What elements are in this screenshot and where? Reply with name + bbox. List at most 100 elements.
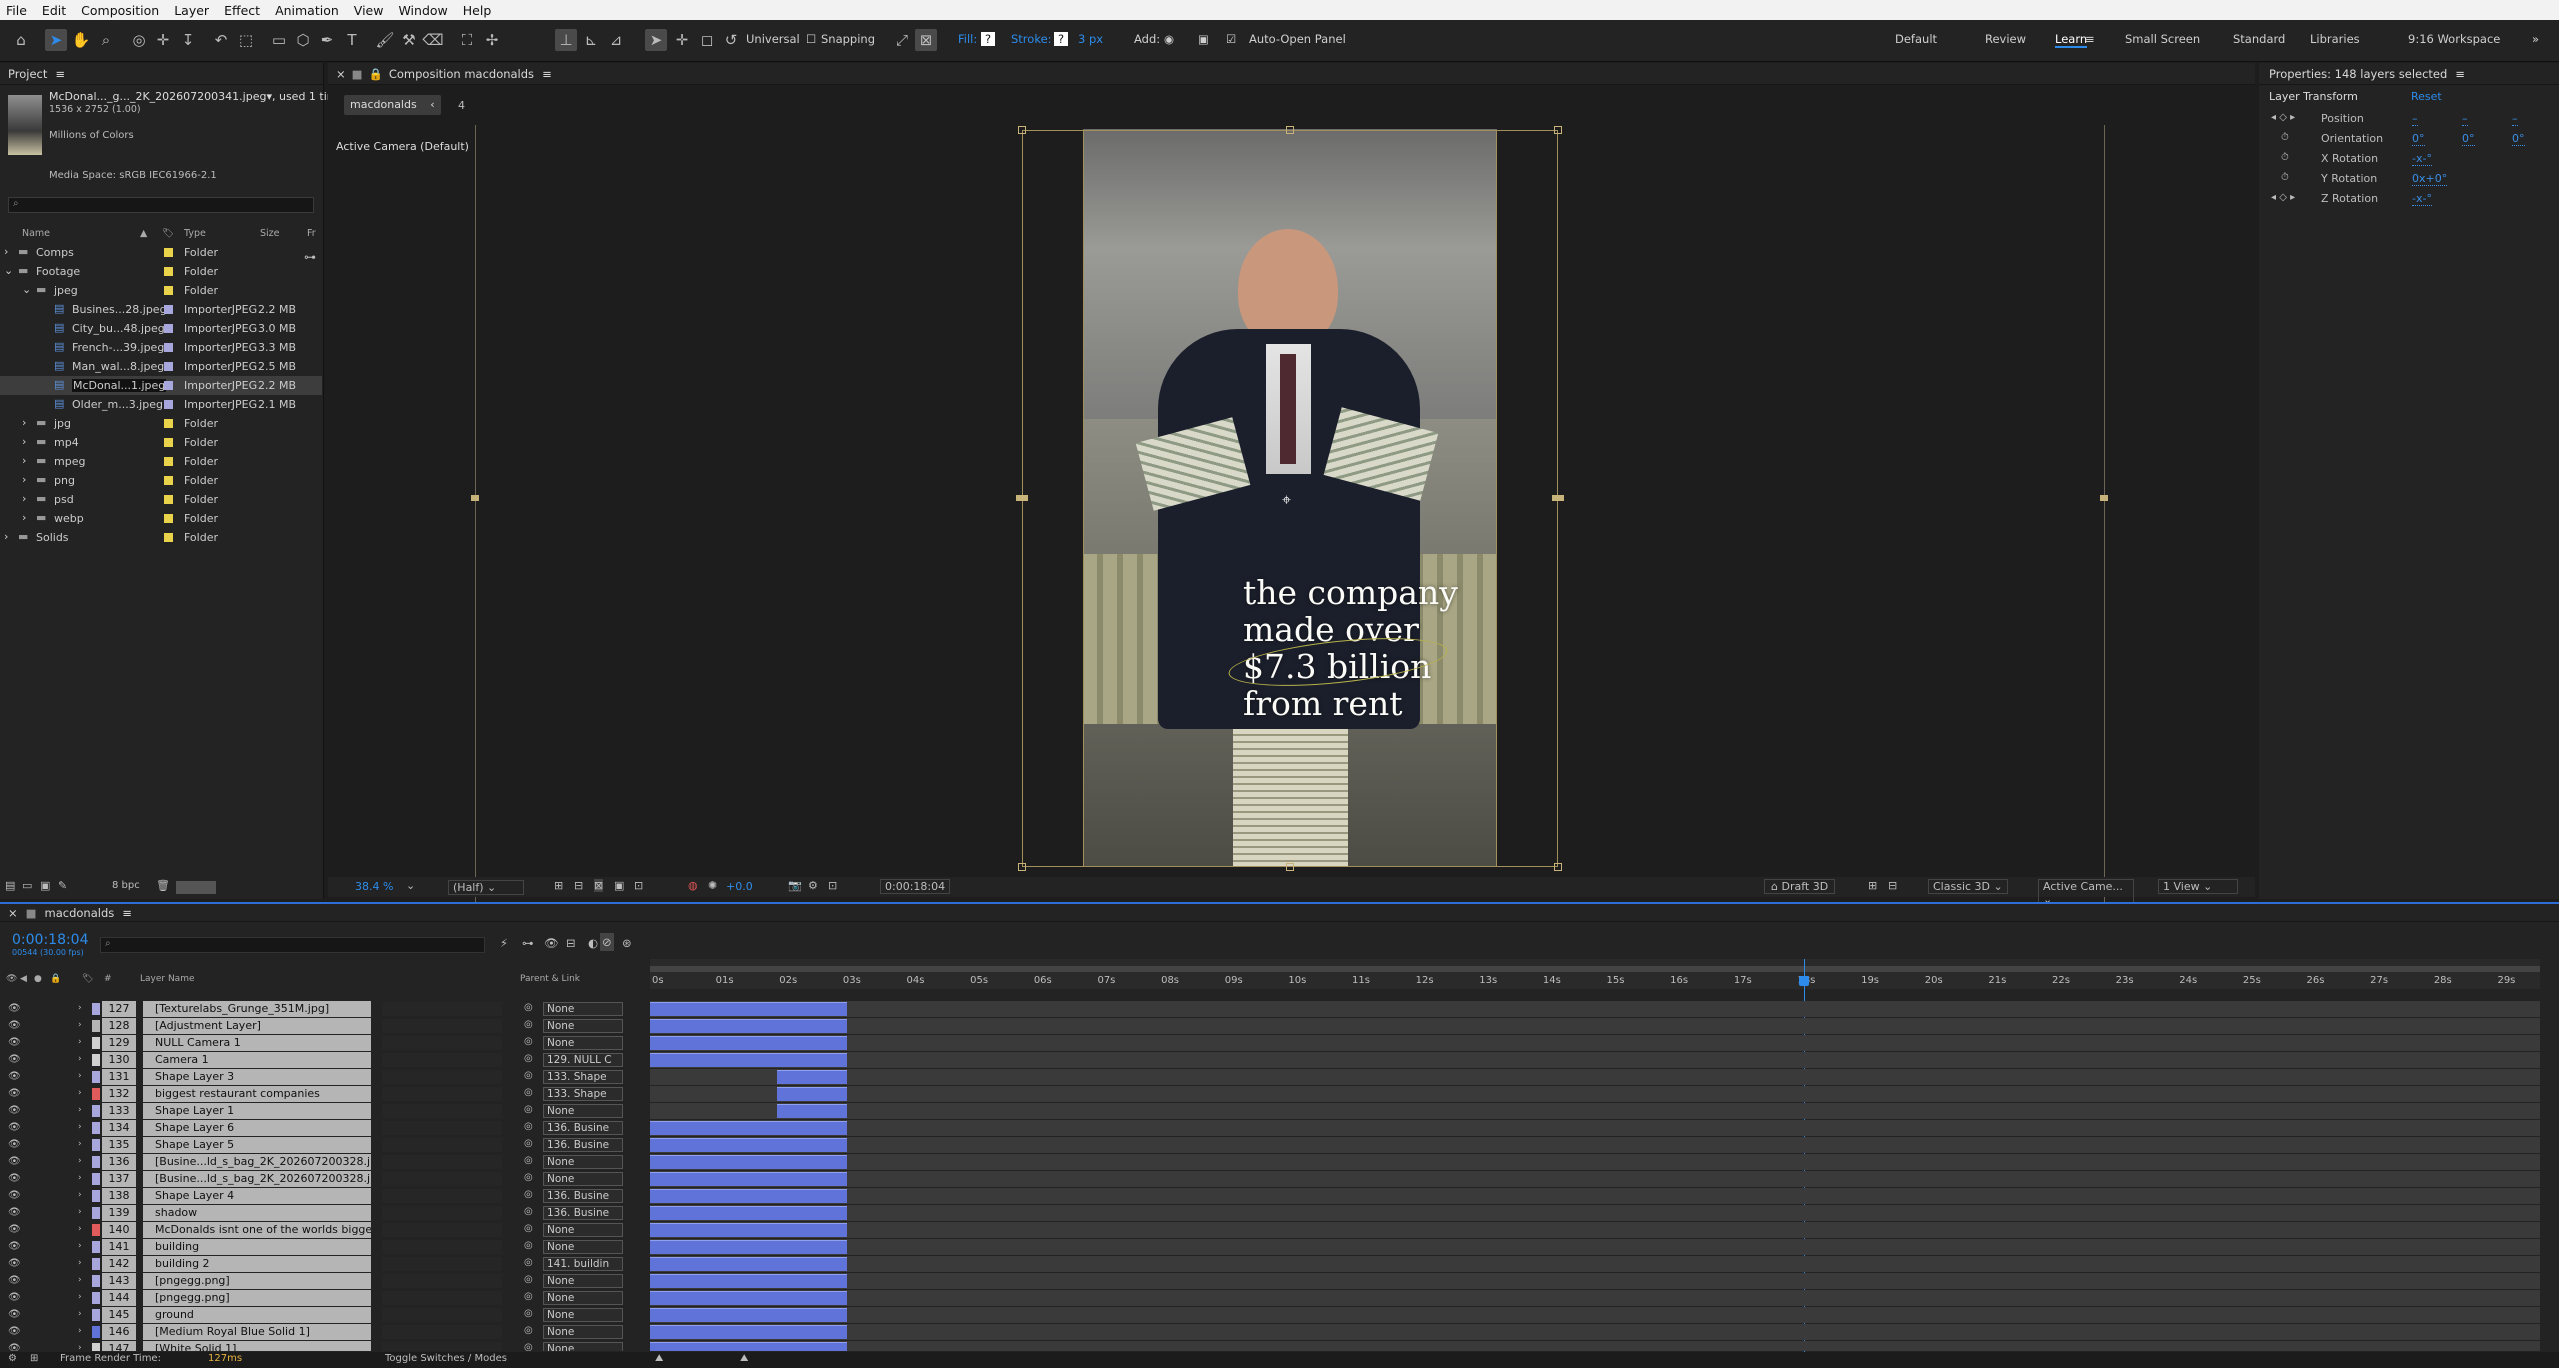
expand-icon[interactable]: › [22, 511, 26, 524]
eraser-tool-icon[interactable]: ⌫ [422, 29, 444, 51]
expand-icon[interactable]: › [22, 416, 26, 429]
project-item[interactable]: ▤ Older_m...3.jpeg ImporterJPEG 2.1 MB [0, 395, 322, 414]
expand-icon[interactable]: › [78, 1190, 82, 1200]
layer-duration-bar[interactable] [650, 1189, 848, 1203]
visibility-icon[interactable]: 👁 [8, 1190, 21, 1201]
handle-bl[interactable] [1018, 863, 1026, 871]
timeline-layer-row[interactable]: 👁 › 140 McDonalds isnt one of the worlds bi… [0, 1222, 2559, 1239]
handle-br[interactable] [1554, 863, 1562, 871]
visibility-icon[interactable]: 👁 [8, 1258, 21, 1269]
handle-tr[interactable] [1554, 126, 1562, 134]
layer-name[interactable]: [Medium Royal Blue Solid 1] [143, 1324, 371, 1340]
3d-ground-icon[interactable]: ⊞ [1868, 879, 1877, 892]
property-value[interactable]: 0° [2462, 132, 2475, 146]
timeline-tab[interactable]: macdonalds [45, 906, 115, 920]
timeline-layer-row[interactable]: 👁 › 134 Shape Layer 6 ◎ 136. Busine [0, 1120, 2559, 1137]
exposure-icon[interactable]: ✺ [708, 879, 717, 892]
property-value[interactable]: – [2512, 112, 2518, 126]
timeline-search-input[interactable]: ⌕ [100, 937, 485, 953]
sort-icon[interactable]: ▲ [140, 228, 147, 239]
layer-label-color[interactable] [92, 1326, 100, 1338]
workspace-standard[interactable]: Standard [2233, 32, 2285, 46]
layer-track[interactable] [650, 1307, 2540, 1323]
parent-select[interactable]: None [543, 1325, 623, 1339]
label-swatch[interactable] [164, 476, 173, 485]
close-icon[interactable]: × [8, 906, 18, 920]
pen-tool-icon[interactable]: ✒ [316, 29, 338, 51]
workspace-menu-icon[interactable]: ≡ [2085, 32, 2095, 46]
orbit-camera-icon[interactable]: ◎ [128, 29, 150, 51]
project-item[interactable]: ▤ McDonal...1.jpeg ImporterJPEG 2.2 MB [0, 376, 322, 395]
pickwhip-icon[interactable]: ◎ [524, 1104, 533, 1115]
visibility-icon[interactable]: 👁 [8, 1343, 21, 1351]
layer-duration-bar[interactable] [650, 1155, 848, 1169]
pickwhip-icon[interactable]: ◎ [524, 1291, 533, 1302]
keyframe-icon[interactable]: ◂ ◇ ▸ [2271, 192, 2295, 203]
layer-number-header[interactable]: # [104, 974, 112, 984]
layer-label-color[interactable] [92, 1258, 100, 1270]
visibility-icon[interactable]: 👁 [8, 1071, 21, 1082]
show-snapshot-icon[interactable]: ⚙ [808, 879, 818, 892]
world-axis-icon[interactable]: ⊾ [580, 29, 602, 51]
layer-name[interactable]: ground [143, 1307, 371, 1323]
layer-duration-bar[interactable] [650, 1172, 848, 1186]
layer-switches[interactable] [382, 1274, 502, 1288]
time-ruler[interactable]: 0s 01s 02s 03s 04s 05s 06s 07s 08s 09s 10s 11s 12s 13… [650, 959, 2540, 989]
expand-icon[interactable]: › [22, 492, 26, 505]
layer-duration-bar[interactable] [650, 1121, 848, 1135]
layer-label-color[interactable] [92, 1003, 100, 1015]
layer-label-color[interactable] [92, 1139, 100, 1151]
delete-icon[interactable]: 🗑 [156, 879, 170, 892]
layer-duration-bar[interactable] [650, 1240, 848, 1254]
chevron-down-icon[interactable]: ⌄ [406, 879, 415, 892]
property-value[interactable]: -x-° [2412, 192, 2432, 206]
pickwhip-icon[interactable]: ◎ [524, 1155, 533, 1166]
layer-name[interactable]: Shape Layer 3 [143, 1069, 371, 1085]
project-item[interactable]: › ▬ mpeg Folder [0, 452, 322, 471]
column-fr[interactable]: Fr [307, 228, 316, 239]
3d-extended-icon[interactable]: ⊟ [1888, 879, 1897, 892]
pickwhip-icon[interactable]: ◎ [524, 1070, 533, 1081]
resolution-select[interactable]: (Half) ⌄ [448, 880, 524, 895]
pan-camera-icon[interactable]: ✛ [152, 29, 174, 51]
layer-switches[interactable] [382, 1257, 502, 1271]
layer-switches[interactable] [382, 1240, 502, 1254]
snapping-label[interactable]: Snapping [821, 32, 875, 46]
layer-label-color[interactable] [92, 1207, 100, 1219]
layer-track[interactable] [650, 1256, 2540, 1272]
parent-select[interactable]: 141. buildin [543, 1257, 623, 1271]
layer-switches-icon[interactable]: ⊛ [622, 936, 632, 950]
property-value[interactable]: – [2462, 112, 2468, 126]
render-options-icon[interactable]: ⚙ [8, 1353, 17, 1364]
zoom-out-icon[interactable]: ⛰ [655, 1353, 663, 1364]
layer-label-color[interactable] [92, 1156, 100, 1168]
video-toggle-icon[interactable]: 👁 [6, 974, 17, 984]
expand-icon[interactable]: › [78, 1309, 82, 1319]
close-icon[interactable]: × [336, 67, 346, 81]
puppet-tool-icon[interactable]: ✢ [481, 29, 503, 51]
layer-label-color[interactable] [92, 1071, 100, 1083]
layer-label-color[interactable] [92, 1037, 100, 1049]
pickwhip-icon[interactable]: ◎ [524, 1223, 533, 1234]
type-tool-icon[interactable]: T [341, 29, 363, 51]
handle-tl[interactable] [1018, 126, 1026, 134]
timeline-layer-row[interactable]: 👁 › 132 biggest restaurant companies ◎ 133. S… [0, 1086, 2559, 1103]
auto-open-checkbox[interactable]: ☑ [1226, 32, 1236, 46]
pickwhip-icon[interactable]: ◎ [524, 1121, 533, 1132]
zoom-in-icon[interactable]: ⛰ [740, 1353, 748, 1364]
keyframe-icon[interactable]: ◂ ◇ ▸ [2271, 112, 2295, 123]
menu-item-help[interactable]: Help [457, 3, 501, 18]
pickwhip-icon[interactable]: ◎ [524, 1019, 533, 1030]
renderer-select[interactable]: Classic 3D ⌄ [1928, 879, 2008, 894]
auto-open-panel-icon[interactable]: ▣ [1198, 32, 1209, 46]
timeline-timecode[interactable]: 0:00:18:04 [12, 932, 89, 948]
layer-label-color[interactable] [92, 1105, 100, 1117]
label-swatch[interactable] [164, 438, 173, 447]
property-value[interactable]: 0° [2412, 132, 2425, 146]
keyframe-icon[interactable]: ⏱ [2281, 152, 2289, 163]
layer-name[interactable]: [Adjustment Layer] [143, 1018, 371, 1034]
expand-icon[interactable]: ⊞ [30, 1353, 38, 1364]
bit-depth[interactable]: 8 bpc [112, 880, 140, 891]
pickwhip-icon[interactable]: ◎ [524, 1342, 533, 1351]
layer-duration-bar[interactable] [650, 1325, 848, 1339]
